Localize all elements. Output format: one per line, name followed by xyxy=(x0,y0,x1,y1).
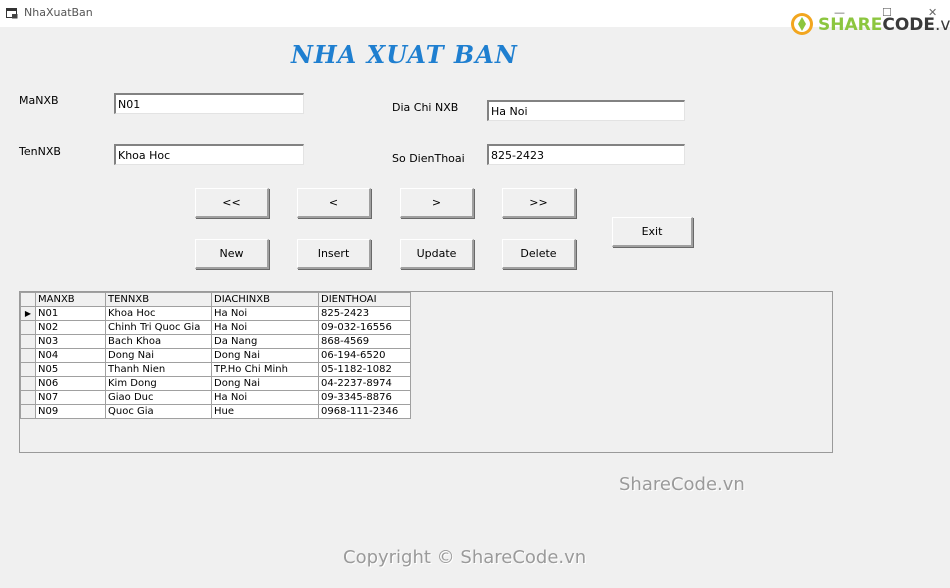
table-cell[interactable]: N06 xyxy=(35,376,106,391)
table-cell[interactable]: Ha Noi xyxy=(211,390,319,405)
column-header-manxb[interactable]: MANXB xyxy=(35,292,106,307)
table-cell[interactable]: Dong Nai xyxy=(211,348,319,363)
last-record-button[interactable]: >> xyxy=(502,188,576,218)
diachi-label: Dia Chi NXB xyxy=(392,101,459,114)
delete-button[interactable]: Delete xyxy=(502,239,576,269)
table-cell[interactable]: Da Nang xyxy=(211,334,319,349)
grid-corner-cell xyxy=(20,292,36,307)
form-heading: NHA XUAT BAN xyxy=(291,40,518,69)
row-header-cell[interactable] xyxy=(20,334,36,349)
data-grid-table: MANXB TENNXB DIACHINXB DIENTHOAI ▶ N01 Kho… xyxy=(20,292,411,419)
table-cell[interactable]: 09-032-16556 xyxy=(318,320,411,335)
column-header-diachinxb[interactable]: DIACHINXB xyxy=(211,292,319,307)
exit-button[interactable]: Exit xyxy=(612,217,693,247)
watermark-text: ShareCode.vn xyxy=(619,474,745,495)
table-cell[interactable]: N05 xyxy=(35,362,106,377)
table-cell[interactable]: N02 xyxy=(35,320,106,335)
logo-code-text: CODE xyxy=(882,15,935,35)
row-header-cell[interactable] xyxy=(20,404,36,419)
grid-header-row: MANXB TENNXB DIACHINXB DIENTHOAI xyxy=(20,292,411,307)
row-header-cell[interactable]: ▶ xyxy=(20,306,36,321)
table-row[interactable]: N03 Bach Khoa Da Nang 868-4569 xyxy=(20,334,411,349)
tennxb-label: TenNXB xyxy=(19,145,61,158)
table-cell[interactable]: Dong Nai xyxy=(105,348,212,363)
diachi-input[interactable]: Ha Noi xyxy=(487,100,685,121)
next-record-button[interactable]: > xyxy=(400,188,474,218)
window-title: NhaXuatBan xyxy=(24,6,93,19)
row-header-cell[interactable] xyxy=(20,362,36,377)
column-header-tennxb[interactable]: TENNXB xyxy=(105,292,212,307)
table-cell[interactable]: Giao Duc xyxy=(105,390,212,405)
table-cell[interactable]: Quoc Gia xyxy=(105,404,212,419)
table-cell[interactable]: 09-3345-8876 xyxy=(318,390,411,405)
sodienthoai-label: So DienThoai xyxy=(392,152,465,165)
table-row[interactable]: ▶ N01 Khoa Hoc Ha Noi 825-2423 xyxy=(20,306,411,321)
table-row[interactable]: N04 Dong Nai Dong Nai 06-194-6520 xyxy=(20,348,411,363)
table-cell[interactable]: N03 xyxy=(35,334,106,349)
table-cell[interactable]: Ha Noi xyxy=(211,320,319,335)
table-cell[interactable]: N07 xyxy=(35,390,106,405)
table-cell[interactable]: Ha Noi xyxy=(211,306,319,321)
table-cell[interactable]: TP.Ho Chi Minh xyxy=(211,362,319,377)
sodienthoai-input[interactable]: 825-2423 xyxy=(487,144,685,165)
tennxb-input[interactable]: Khoa Hoc xyxy=(114,144,304,165)
manxb-label: MaNXB xyxy=(19,94,59,107)
row-header-cell[interactable] xyxy=(20,376,36,391)
data-grid[interactable]: MANXB TENNXB DIACHINXB DIENTHOAI ▶ N01 Kho… xyxy=(19,291,833,453)
previous-record-button[interactable]: < xyxy=(297,188,371,218)
table-row[interactable]: N02 Chinh Tri Quoc Gia Ha Noi 09-032-16556 xyxy=(20,320,411,335)
table-cell[interactable]: Hue xyxy=(211,404,319,419)
copyright-watermark: Copyright © ShareCode.vn xyxy=(343,547,587,568)
table-cell[interactable]: Bach Khoa xyxy=(105,334,212,349)
table-row[interactable]: N05 Thanh Nien TP.Ho Chi Minh 05-1182-1082 xyxy=(20,362,411,377)
table-cell[interactable]: Kim Dong xyxy=(105,376,212,391)
table-cell[interactable]: N01 xyxy=(35,306,106,321)
logo-share-text: SHARE xyxy=(818,15,883,35)
sharecode-logo-icon xyxy=(791,13,813,35)
column-header-dienthoai[interactable]: DIENTHOAI xyxy=(318,292,411,307)
update-button[interactable]: Update xyxy=(400,239,474,269)
table-cell[interactable]: Thanh Nien xyxy=(105,362,212,377)
table-cell[interactable]: Chinh Tri Quoc Gia xyxy=(105,320,212,335)
app-window-icon xyxy=(6,8,18,19)
row-header-cell[interactable] xyxy=(20,348,36,363)
table-row[interactable]: N07 Giao Duc Ha Noi 09-3345-8876 xyxy=(20,390,411,405)
table-cell[interactable]: 0968-111-2346 xyxy=(318,404,411,419)
table-cell[interactable]: 868-4569 xyxy=(318,334,411,349)
row-header-cell[interactable] xyxy=(20,390,36,405)
table-cell[interactable]: N04 xyxy=(35,348,106,363)
table-cell[interactable]: 04-2237-8974 xyxy=(318,376,411,391)
new-button[interactable]: New xyxy=(195,239,269,269)
table-cell[interactable]: Khoa Hoc xyxy=(105,306,212,321)
table-cell[interactable]: 05-1182-1082 xyxy=(318,362,411,377)
table-cell[interactable]: 06-194-6520 xyxy=(318,348,411,363)
row-header-cell[interactable] xyxy=(20,320,36,335)
first-record-button[interactable]: << xyxy=(195,188,269,218)
table-cell[interactable]: Dong Nai xyxy=(211,376,319,391)
manxb-input[interactable]: N01 xyxy=(114,93,304,114)
table-row[interactable]: N06 Kim Dong Dong Nai 04-2237-8974 xyxy=(20,376,411,391)
table-cell[interactable]: 825-2423 xyxy=(318,306,411,321)
table-cell[interactable]: N09 xyxy=(35,404,106,419)
table-row[interactable]: N09 Quoc Gia Hue 0968-111-2346 xyxy=(20,404,411,419)
logo-vn-text: .vn xyxy=(935,15,950,35)
insert-button[interactable]: Insert xyxy=(297,239,371,269)
current-row-arrow-icon: ▶ xyxy=(24,309,32,318)
